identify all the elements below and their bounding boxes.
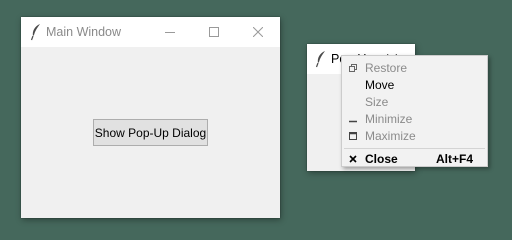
main-window: Main Window Show Pop-Up Dialog (21, 17, 280, 218)
menu-item-maximize[interactable]: Maximize (342, 127, 487, 144)
restore-icon (347, 59, 359, 76)
close-shortcut: Alt+F4 (435, 152, 473, 166)
close-icon (253, 27, 263, 37)
system-menu: Restore Move Size Minimize Maximize Clos… (341, 55, 488, 167)
menu-separator (344, 148, 485, 149)
menu-item-move[interactable]: Move (342, 76, 487, 93)
menu-item-size[interactable]: Size (342, 93, 487, 110)
feather-icon (315, 50, 327, 71)
minimize-button[interactable] (148, 17, 192, 47)
main-window-titlebar[interactable]: Main Window (21, 17, 280, 47)
menu-item-restore[interactable]: Restore (342, 59, 487, 76)
close-icon (347, 150, 359, 167)
show-popup-dialog-button[interactable]: Show Pop-Up Dialog (93, 119, 208, 146)
feather-icon (30, 23, 42, 44)
minimize-icon (165, 32, 175, 33)
menu-item-minimize[interactable]: Minimize (342, 110, 487, 127)
maximize-button[interactable] (192, 17, 236, 47)
menu-item-close[interactable]: Close Alt+F4 (342, 150, 487, 167)
maximize-icon (209, 27, 219, 37)
maximize-icon (347, 127, 359, 144)
minimize-icon (347, 110, 359, 127)
main-window-title: Main Window (46, 25, 122, 39)
close-button[interactable] (236, 17, 280, 47)
